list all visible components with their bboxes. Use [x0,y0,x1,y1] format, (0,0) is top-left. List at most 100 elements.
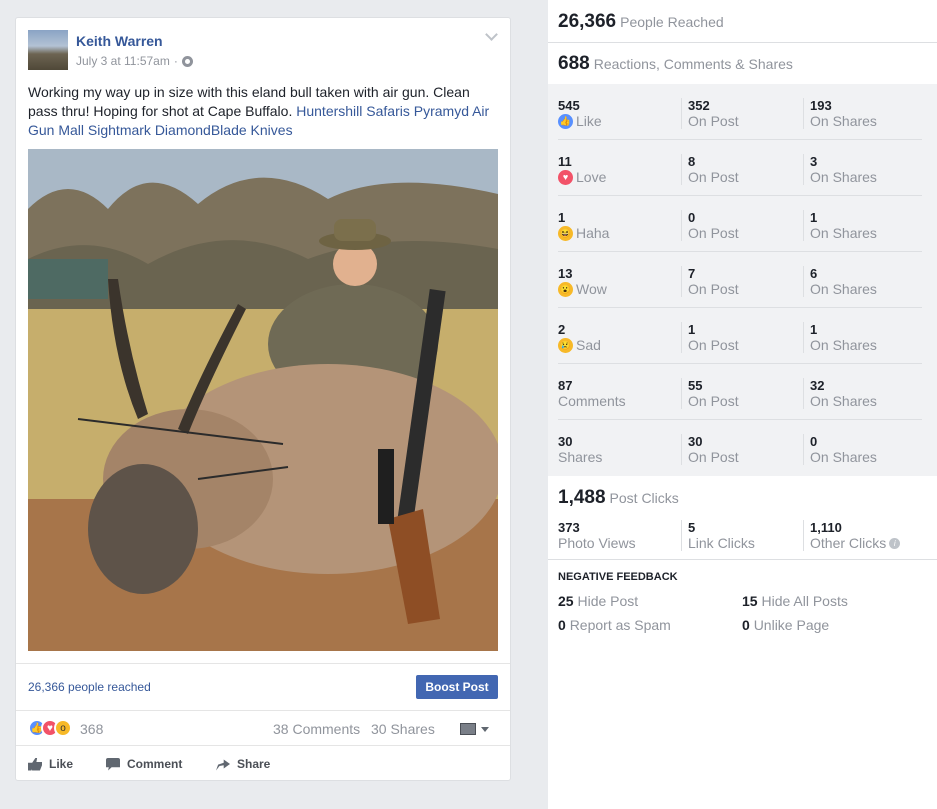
boost-post-button[interactable]: Boost Post [416,675,498,699]
author-avatar[interactable] [28,30,68,70]
photo-views-value: 373 [558,520,580,535]
engagement-total-label: Sad [576,337,601,353]
engagement-on-shares-label-wrap: On Shares [810,225,877,241]
engagement-on-post: 8 On Post [681,154,739,185]
engagement-row: 13 😮 Wow 7 On Post 6 On Shares [548,252,922,308]
engagement-on-shares-value: 1 [810,322,818,337]
wow-icon: 😮 [558,281,573,297]
engagement-on-shares: 6 On Shares [803,266,877,297]
share-label: Share [237,757,271,771]
post-body: Working my way up in size with this elan… [28,83,498,140]
hide-post-stat: 25 Hide Post [558,593,638,609]
reaction-count[interactable]: 368 [80,721,103,737]
engagement-total-label: Shares [558,449,603,465]
photo-views-label: Photo Views [558,535,636,551]
engagement-on-shares: 1 On Shares [803,322,877,353]
link-clicks-label: Link Clicks [688,535,755,551]
engagement-total: 2 😢 Sad [558,322,601,353]
engagement-on-post-label: On Post [688,225,739,241]
engagement-row: 30 Shares 30 On Post 0 On Shares [548,420,922,476]
engagement-on-post-value: 1 [688,322,696,337]
post-clicks-value: 1,488 [558,487,606,508]
clicks-breakdown: 373 Photo Views 5 Link Clicks 1,110 Othe… [548,518,937,558]
engagement-on-post-label: On Post [688,449,739,465]
engagement-on-shares-label-wrap: On Shares [810,337,877,353]
post-insights-panel: 26,366 People Reached 688 Reactions, Comme… [548,0,937,809]
share-button[interactable]: Share [216,757,270,771]
post-actions: Like Comment Share [16,745,510,781]
globe-icon[interactable] [181,55,193,67]
engagement-total-label-wrap: 👍 Like [558,113,602,129]
page-thumbnail-icon[interactable] [460,723,476,735]
spam-value: 0 [558,617,566,633]
engagement-row: 11 ♥ Love 8 On Post 3 On Shares [548,140,922,196]
caret-down-icon[interactable] [481,727,489,732]
wow-icon: o [54,719,72,737]
unlike-label: Unlike Page [753,617,830,633]
chevron-down-icon[interactable] [485,28,498,41]
shares-count[interactable]: 30 Shares [371,721,435,737]
unlike-page-stat: 0 Unlike Page [742,617,829,633]
comments-count[interactable]: 38 Comments [273,721,360,737]
report-spam-stat: 0 Report as Spam [558,617,671,633]
engagement-on-post-value: 352 [688,98,710,113]
reaction-icons[interactable]: 👍 ♥ o [28,719,72,737]
hide-post-value: 25 [558,593,574,609]
engagement-on-post-label-wrap: On Post [688,393,739,409]
engagement-on-post-label-wrap: On Post [688,337,739,353]
unlike-value: 0 [742,617,750,633]
divider [548,559,937,560]
hide-all-posts-stat: 15 Hide All Posts [742,593,848,609]
author-name[interactable]: Keith Warren [76,33,163,49]
post-timestamp[interactable]: July 3 at 11:57am [76,54,170,68]
like-icon [28,757,42,771]
engagement-on-post: 0 On Post [681,210,739,241]
engagement-on-shares-value: 1 [810,210,818,225]
engagement-row: 2 😢 Sad 1 On Post 1 On Shares [548,308,922,364]
engagement-total-label: Wow [576,281,607,297]
engagement-total-value: 1 [558,210,566,225]
engagement-on-post-label: On Post [688,169,739,185]
link-clicks-cell: 5 Link Clicks [681,520,755,551]
engagement-total: 13 😮 Wow [558,266,607,297]
engagement-on-shares-label-wrap: On Shares [810,113,877,129]
other-clicks-value: 1,110 [810,520,842,535]
engagement-on-shares: 3 On Shares [803,154,877,185]
engagement-value: 688 [558,53,590,74]
other-clicks-label: Other Clicks [810,535,887,551]
engagement-on-shares-label: On Shares [810,225,877,241]
hide-all-value: 15 [742,593,758,609]
engagement-on-shares-label: On Shares [810,113,877,129]
engagement-on-post: 55 On Post [681,378,739,409]
engagement-on-post-label: On Post [688,113,739,129]
engagement-total-label: Haha [576,225,610,241]
engagement-total-label-wrap: 😮 Wow [558,281,607,297]
engagement-on-post-label: On Post [688,337,739,353]
engagement-on-post-value: 7 [688,266,696,281]
engagement-on-shares-label: On Shares [810,393,877,409]
engagement-row: 87 Comments 55 On Post 32 On Shares [548,364,922,420]
comment-label: Comment [127,757,183,771]
hide-all-label: Hide All Posts [761,593,848,609]
engagement-on-post-label: On Post [688,281,739,297]
engagement-on-post-value: 8 [688,154,696,169]
engagement-on-shares-label: On Shares [810,281,877,297]
engagement-total-value: 545 [558,98,580,113]
engagement-on-shares: 32 On Shares [803,378,877,409]
people-reached-link[interactable]: 26,366 people reached [28,680,151,694]
engagement-on-post-value: 55 [688,378,703,393]
info-icon[interactable]: i [889,537,901,549]
engagement-total: 87 Comments [558,378,626,409]
engagement-total-label-wrap: Comments [558,393,626,409]
share-icon [216,759,230,771]
engagement-on-post-label: On Post [688,393,739,409]
engagement-on-shares-label: On Shares [810,449,877,465]
engagement-total: 11 ♥ Love [558,154,606,185]
negative-feedback-title: NEGATIVE FEEDBACK [558,571,678,583]
engagement-row: 545 👍 Like 352 On Post 193 On Shares [548,84,922,140]
engagement-total-value: 30 [558,434,573,449]
comment-button[interactable]: Comment [106,757,182,771]
post-photo[interactable] [28,149,498,651]
like-button[interactable]: Like [28,757,73,771]
engagement-stat: 688 Reactions, Comments & Shares [558,53,793,75]
